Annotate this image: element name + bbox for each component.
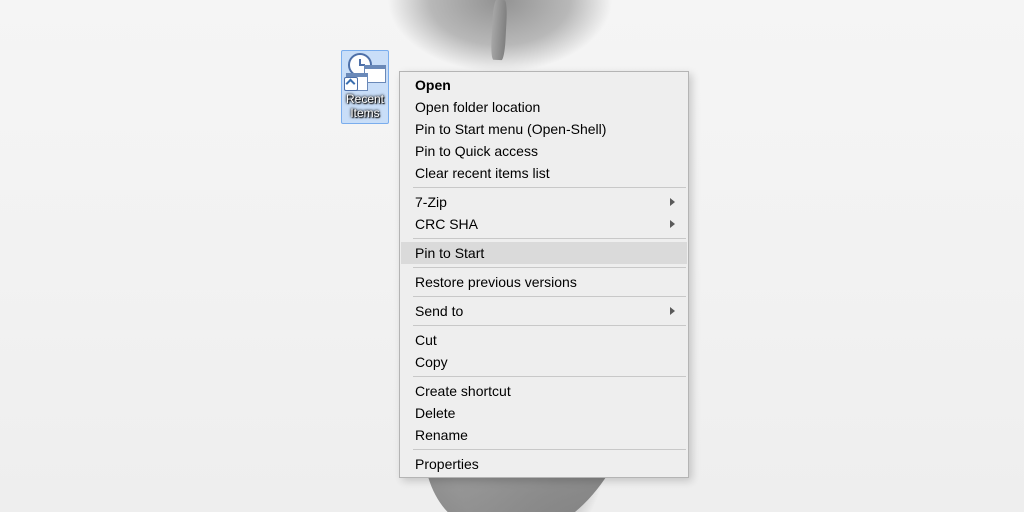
- menu-item-label: Open: [415, 77, 451, 93]
- menu-item-label: Delete: [415, 405, 455, 421]
- menu-item-label: Copy: [415, 354, 448, 370]
- menu-item-7zip[interactable]: 7-Zip: [401, 191, 687, 213]
- menu-item-copy[interactable]: Copy: [401, 351, 687, 373]
- menu-item-clear-recent[interactable]: Clear recent items list: [401, 162, 687, 184]
- menu-item-label: Rename: [415, 427, 468, 443]
- menu-item-label: Cut: [415, 332, 437, 348]
- menu-item-open[interactable]: Open: [401, 74, 687, 96]
- icon-label: Recent Items: [344, 92, 386, 120]
- menu-item-label: Open folder location: [415, 99, 540, 115]
- menu-item-label: Pin to Quick access: [415, 143, 538, 159]
- menu-item-label: Pin to Start menu (Open-Shell): [415, 121, 606, 137]
- wallpaper-decor: [490, 0, 507, 60]
- menu-item-open-folder-location[interactable]: Open folder location: [401, 96, 687, 118]
- menu-separator: [413, 376, 686, 377]
- menu-separator: [413, 296, 686, 297]
- recent-items-icon: [344, 53, 386, 91]
- chevron-right-icon: [670, 307, 675, 315]
- menu-item-label: Send to: [415, 303, 463, 319]
- desktop-icon-recent-items[interactable]: Recent Items: [338, 50, 392, 124]
- menu-item-create-shortcut[interactable]: Create shortcut: [401, 380, 687, 402]
- menu-separator: [413, 187, 686, 188]
- menu-separator: [413, 325, 686, 326]
- menu-item-label: Restore previous versions: [415, 274, 577, 290]
- chevron-right-icon: [670, 220, 675, 228]
- chevron-right-icon: [670, 198, 675, 206]
- desktop[interactable]: Recent Items Open Open folder location P…: [0, 0, 1024, 512]
- menu-separator: [413, 267, 686, 268]
- menu-item-delete[interactable]: Delete: [401, 402, 687, 424]
- menu-item-properties[interactable]: Properties: [401, 453, 687, 475]
- menu-item-cut[interactable]: Cut: [401, 329, 687, 351]
- menu-separator: [413, 449, 686, 450]
- menu-item-crc-sha[interactable]: CRC SHA: [401, 213, 687, 235]
- menu-item-pin-quick-access[interactable]: Pin to Quick access: [401, 140, 687, 162]
- menu-item-rename[interactable]: Rename: [401, 424, 687, 446]
- menu-item-pin-start-openshell[interactable]: Pin to Start menu (Open-Shell): [401, 118, 687, 140]
- menu-item-label: 7-Zip: [415, 194, 447, 210]
- menu-item-restore-versions[interactable]: Restore previous versions: [401, 271, 687, 293]
- menu-item-label: CRC SHA: [415, 216, 478, 232]
- menu-item-send-to[interactable]: Send to: [401, 300, 687, 322]
- context-menu: Open Open folder location Pin to Start m…: [399, 71, 689, 478]
- menu-item-label: Clear recent items list: [415, 165, 550, 181]
- menu-item-label: Create shortcut: [415, 383, 511, 399]
- menu-item-pin-to-start[interactable]: Pin to Start: [401, 242, 687, 264]
- menu-item-label: Pin to Start: [415, 245, 484, 261]
- menu-item-label: Properties: [415, 456, 479, 472]
- menu-separator: [413, 238, 686, 239]
